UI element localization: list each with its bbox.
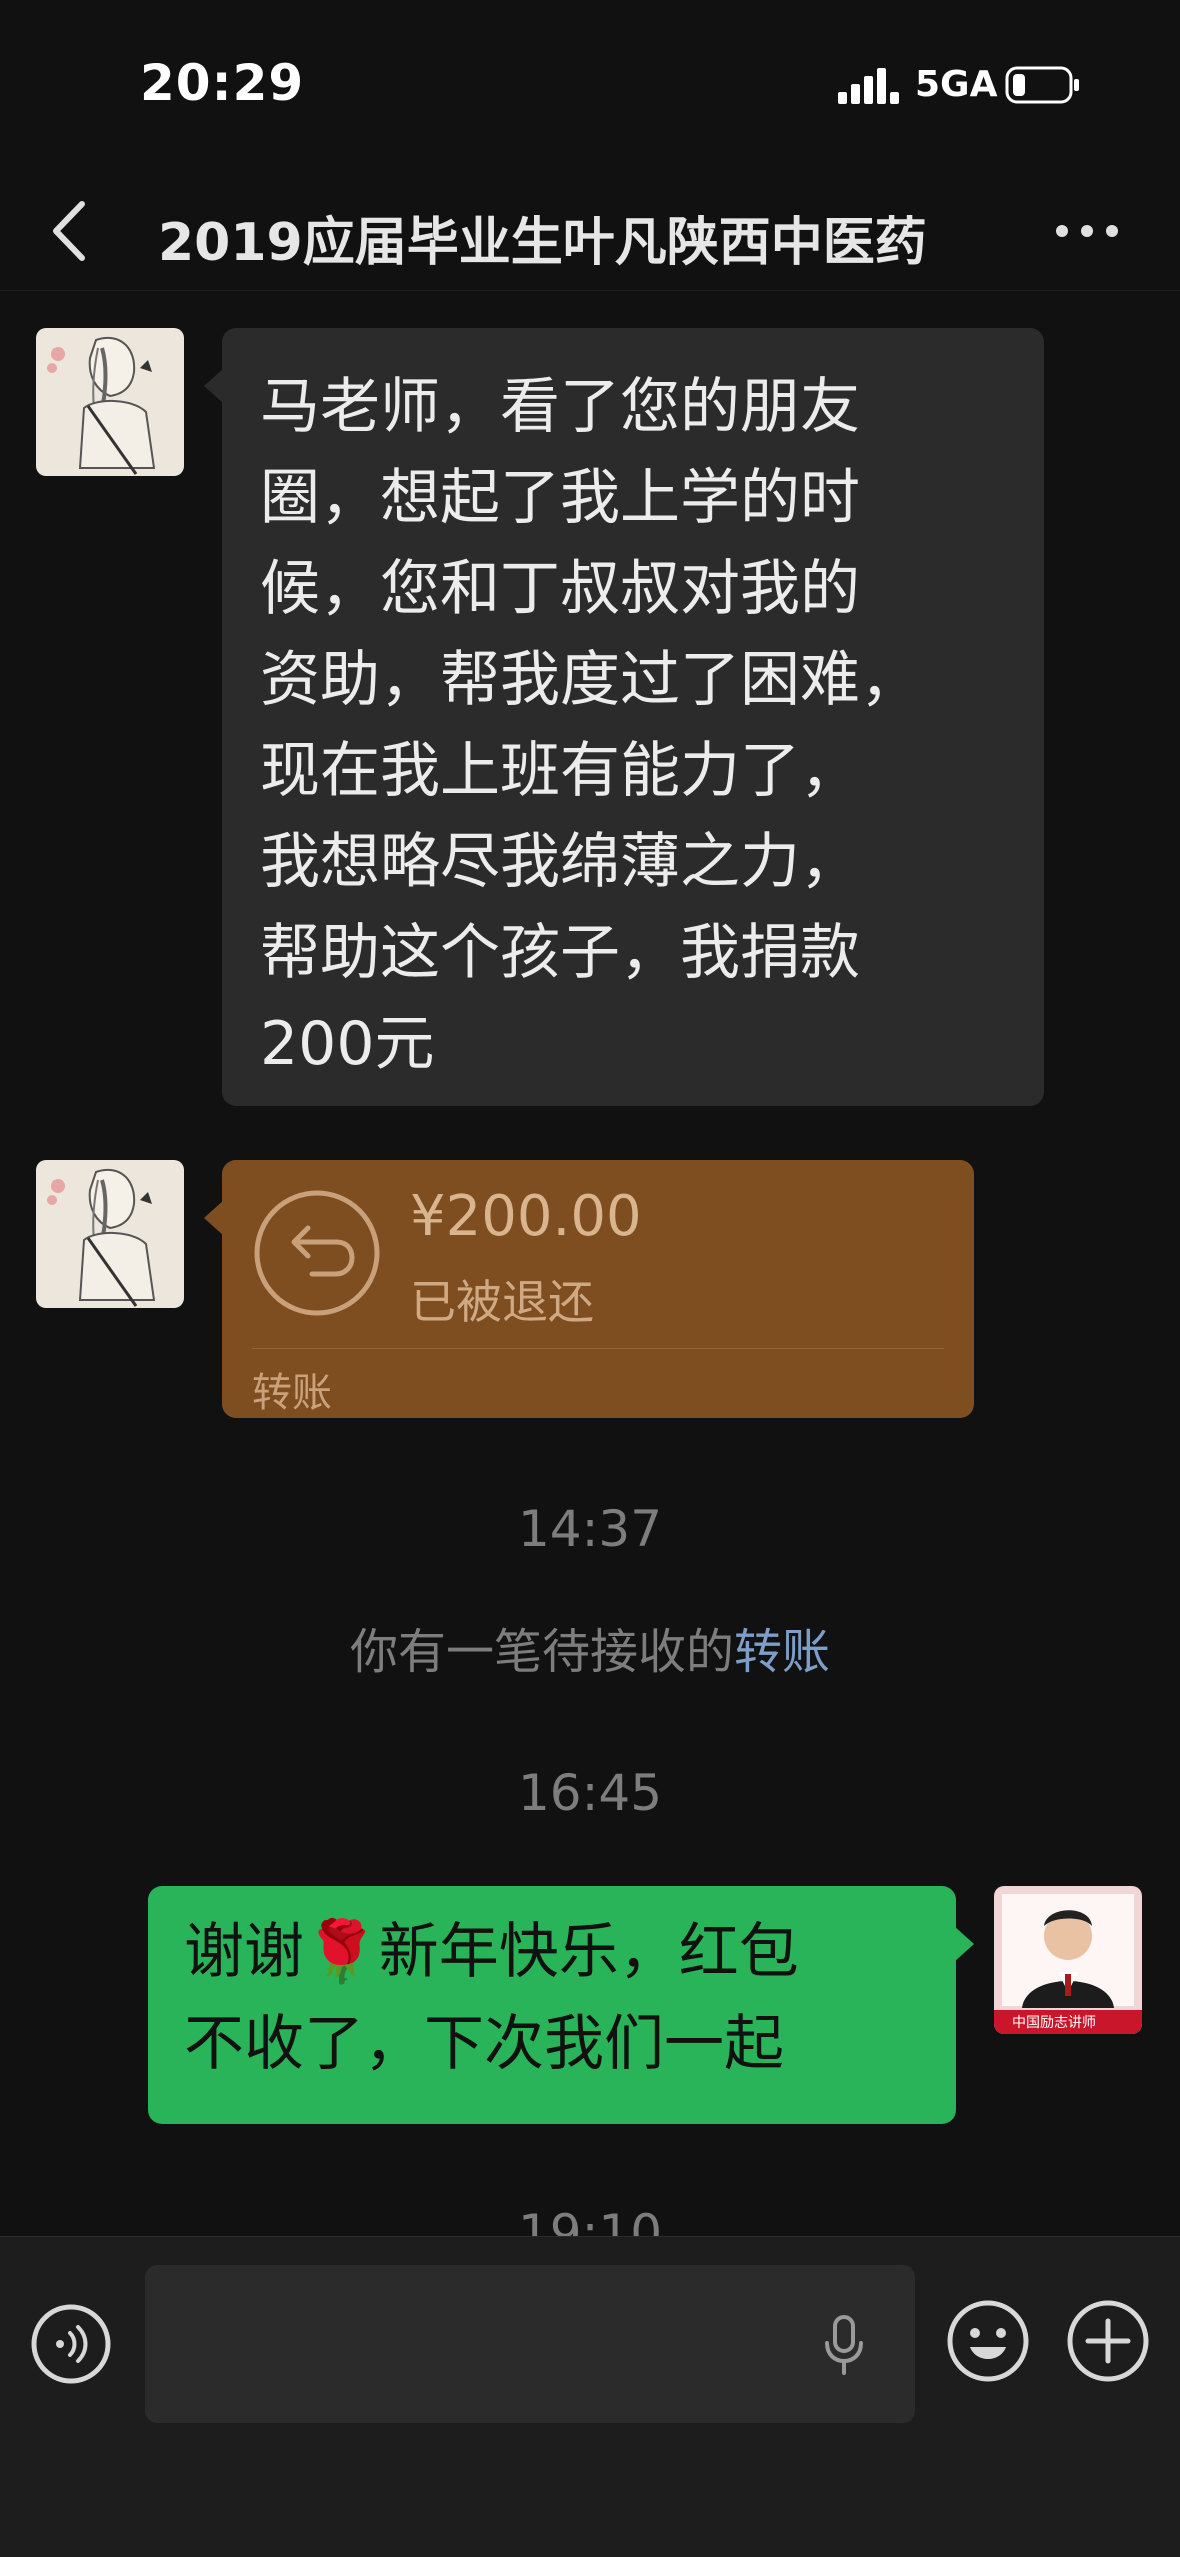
bubble-tail [204, 368, 224, 404]
back-icon[interactable] [44, 196, 104, 266]
transfer-label: 转账 [252, 1370, 332, 1416]
more-icon[interactable] [1052, 216, 1122, 246]
transfer-status: 已被退还 [410, 1275, 594, 1329]
message-bubble[interactable]: 马老师，看了您的朋友 圈，想起了我上学的时 候，您和丁叔叔对我的 资助，帮我度过… [204, 328, 1044, 1106]
timestamp: 14:37 [517, 1500, 663, 1558]
message-input[interactable] [145, 2265, 915, 2423]
input-bar [0, 2236, 1180, 2557]
refund-icon [254, 1190, 380, 1316]
battery-icon [1005, 66, 1079, 104]
system-message: 你有一笔待接收的转账 [349, 1624, 831, 1680]
user-avatar[interactable]: 中国励志讲师 [994, 1886, 1142, 2034]
sender-avatar[interactable] [36, 328, 184, 476]
status-time: 20:29 [140, 54, 305, 112]
transfer-link[interactable]: 转账 [734, 1624, 830, 1680]
network-label: 5GA [915, 64, 998, 105]
message-text: 谢谢🌹新年快乐，红包 不收了，下次我们一起 [184, 1917, 799, 2079]
voice-icon[interactable] [30, 2303, 112, 2385]
mic-icon[interactable] [821, 2315, 867, 2375]
divider [252, 1348, 944, 1349]
transfer-card[interactable]: ¥200.00 已被退还 转账 [204, 1160, 974, 1418]
transfer-amount: ¥200.00 [410, 1184, 642, 1249]
bubble-tail [954, 1926, 974, 1962]
timestamp: 16:45 [517, 1764, 663, 1822]
add-icon[interactable] [1066, 2299, 1150, 2383]
status-bar: 20:29 5GA [0, 0, 1180, 170]
message-text: 马老师，看了您的朋友 圈，想起了我上学的时 候，您和丁叔叔对我的 资助，帮我度过… [260, 372, 920, 1079]
message-bubble[interactable]: 谢谢🌹新年快乐，红包 不收了，下次我们一起 [148, 1886, 974, 2124]
bubble-tail [204, 1200, 224, 1236]
rose-emoji: 🌹 [304, 1917, 379, 1987]
avatar-caption: 中国励志讲师 [1012, 2015, 1096, 2031]
signal-icon [838, 68, 899, 104]
emoji-icon[interactable] [946, 2299, 1030, 2383]
chat-header: 2019应届毕业生叶凡陕西中医药 [0, 170, 1180, 291]
sender-avatar[interactable] [36, 1160, 184, 1308]
chat-title: 2019应届毕业生叶凡陕西中医药 [158, 213, 927, 273]
